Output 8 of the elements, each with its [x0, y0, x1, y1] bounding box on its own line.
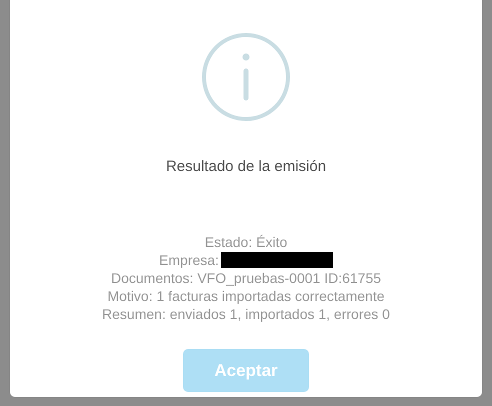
detail-text: Documentos: VFO_pruebas-0001 ID:61755: [110, 269, 382, 287]
detail-text: Resumen: enviados 1, importados 1, errores 0: [102, 305, 390, 323]
detail-text: Motivo: 1 facturas importadas correctamente: [107, 287, 384, 305]
detail-text: Empresa:: [159, 251, 219, 269]
detail-text: Estado: Éxito: [204, 233, 288, 251]
accept-button[interactable]: Aceptar: [183, 349, 309, 392]
dialog-title: Resultado de la emisión: [166, 158, 326, 175]
info-icon: [201, 32, 291, 122]
